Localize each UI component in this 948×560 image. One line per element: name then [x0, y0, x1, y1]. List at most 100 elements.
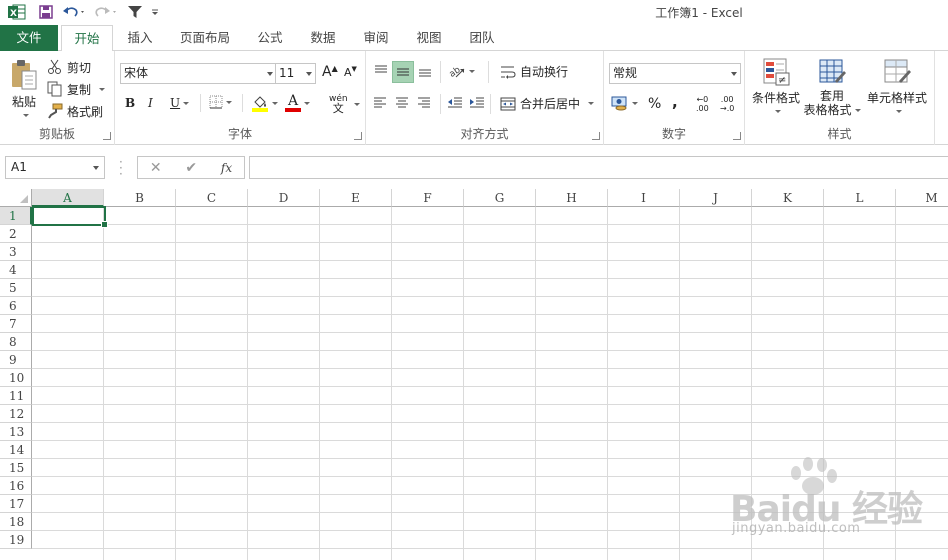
row-header-12[interactable]: 12 — [0, 405, 32, 423]
alignment-launcher-icon[interactable] — [592, 132, 600, 140]
font-launcher-icon[interactable] — [354, 132, 362, 140]
grow-font-button[interactable]: A ▲ — [322, 64, 338, 81]
format-painter-button[interactable]: 格式刷 — [47, 101, 103, 121]
row-header-2[interactable]: 2 — [0, 225, 32, 243]
accounting-format-button[interactable] — [611, 95, 638, 111]
row-header-9[interactable]: 9 — [0, 351, 32, 369]
font-separator-2 — [242, 94, 243, 112]
align-center-button[interactable] — [395, 96, 409, 108]
row-header-4[interactable]: 4 — [0, 261, 32, 279]
merge-center-icon — [500, 97, 516, 110]
tab-home[interactable]: 开始 — [61, 25, 113, 52]
name-box[interactable]: A1 — [5, 156, 105, 179]
align-middle-button[interactable] — [392, 61, 414, 83]
fill-color-dropdown-icon — [272, 101, 278, 105]
merge-center-button[interactable]: 合并后居中 — [500, 95, 595, 112]
align-right-button[interactable] — [417, 96, 431, 108]
decrease-indent-button[interactable] — [447, 96, 463, 108]
row-header-18[interactable]: 18 — [0, 513, 32, 531]
conditional-formatting-button[interactable]: ≠ 条件格式 — [748, 57, 804, 125]
decrease-decimal-top: .00 — [720, 95, 734, 104]
italic-button[interactable]: I — [148, 96, 153, 110]
insert-function-icon[interactable]: fx — [221, 161, 232, 175]
row-header-7[interactable]: 7 — [0, 315, 32, 333]
row-header-15[interactable]: 15 — [0, 459, 32, 477]
format-as-table-button[interactable]: 套用 表格格式 — [802, 57, 862, 125]
row-header-8[interactable]: 8 — [0, 333, 32, 351]
cut-button[interactable]: 剪切 — [47, 57, 91, 77]
tab-review[interactable]: 审阅 — [354, 25, 398, 51]
tab-page-layout[interactable]: 页面布局 — [170, 25, 240, 51]
column-header-a[interactable]: A — [32, 189, 104, 207]
row-header-3[interactable]: 3 — [0, 243, 32, 261]
align-left-button[interactable] — [373, 96, 387, 108]
align-top-button[interactable] — [371, 61, 391, 81]
column-header-h[interactable]: H — [536, 189, 608, 207]
column-header-f[interactable]: F — [392, 189, 464, 207]
scissors-icon — [48, 59, 61, 74]
row-header-17[interactable]: 17 — [0, 495, 32, 513]
percent-style-button[interactable]: % — [648, 96, 661, 112]
tab-data[interactable]: 数据 — [301, 25, 345, 51]
active-cell-a1[interactable] — [32, 206, 108, 228]
row-header-10[interactable]: 10 — [0, 369, 32, 387]
row-header-1[interactable]: 1 — [0, 207, 32, 225]
column-header-c[interactable]: C — [176, 189, 248, 207]
increase-decimal-button[interactable]: ←0 .00 — [696, 95, 709, 113]
column-header-k[interactable]: K — [752, 189, 824, 207]
paste-button[interactable]: 粘贴 — [6, 59, 42, 121]
phonetic-button[interactable]: wén 文 — [329, 94, 348, 114]
row-header-14[interactable]: 14 — [0, 441, 32, 459]
formula-bar-grip-icon[interactable]: · · · — [119, 156, 123, 180]
increase-indent-button[interactable] — [469, 96, 485, 108]
number-launcher-icon[interactable] — [733, 132, 741, 140]
ribbon-tabs: 文件 开始 插入 页面布局 公式 数据 审阅 视图 团队 — [0, 25, 948, 52]
column-header-g[interactable]: G — [464, 189, 536, 207]
formula-input[interactable] — [249, 156, 948, 179]
cancel-entry-icon[interactable]: ✕ — [150, 160, 162, 176]
select-all-button[interactable] — [0, 189, 32, 207]
decrease-decimal-button[interactable]: .00 →.0 — [720, 95, 734, 113]
tab-view[interactable]: 视图 — [407, 25, 451, 51]
tab-file[interactable]: 文件 — [0, 25, 58, 51]
tab-formulas[interactable]: 公式 — [248, 25, 292, 51]
tab-insert[interactable]: 插入 — [117, 25, 163, 51]
number-format-combo[interactable]: 常规 — [609, 63, 741, 84]
alignment-separator-4 — [490, 94, 491, 114]
borders-button[interactable] — [209, 95, 232, 109]
orientation-icon: ab — [448, 65, 465, 79]
column-header-l[interactable]: L — [824, 189, 896, 207]
fill-color-button[interactable] — [251, 94, 278, 112]
font-name-combo[interactable]: 宋体 — [120, 63, 277, 84]
confirm-entry-icon[interactable]: ✔ — [185, 160, 197, 176]
row-header-5[interactable]: 5 — [0, 279, 32, 297]
row-header-16[interactable]: 16 — [0, 477, 32, 495]
comma-style-button[interactable]: , — [672, 93, 678, 111]
underline-button[interactable]: U — [170, 96, 190, 110]
column-header-d[interactable]: D — [248, 189, 320, 207]
clipboard-launcher-icon[interactable] — [103, 132, 111, 140]
font-size-combo[interactable]: 11 — [275, 63, 316, 84]
row-header-6[interactable]: 6 — [0, 297, 32, 315]
shrink-font-button[interactable]: A ▼ — [344, 65, 357, 80]
column-header-j[interactable]: J — [680, 189, 752, 207]
column-header-m[interactable]: M — [896, 189, 948, 207]
accounting-dropdown-icon — [632, 101, 638, 105]
column-header-e[interactable]: E — [320, 189, 392, 207]
orientation-button[interactable]: ab — [448, 63, 475, 79]
row-header-19[interactable]: 19 — [0, 531, 32, 549]
column-header-b[interactable]: B — [104, 189, 176, 207]
clipboard-group: 粘贴 剪切 复制 格式刷 剪贴板 — [0, 51, 115, 145]
wrap-text-button[interactable]: 自动换行 — [500, 63, 568, 80]
row-header-13[interactable]: 13 — [0, 423, 32, 441]
cell-styles-button[interactable]: 单元格样式 — [864, 57, 930, 125]
watermark-url: jingyan.baidu.com — [732, 521, 861, 536]
align-bottom-button[interactable] — [415, 61, 435, 81]
bold-button[interactable]: B — [125, 96, 135, 110]
column-header-i[interactable]: I — [608, 189, 680, 207]
row-header-11[interactable]: 11 — [0, 387, 32, 405]
increase-indent-icon — [470, 97, 484, 108]
copy-button[interactable]: 复制 — [47, 79, 106, 99]
font-color-button[interactable]: A — [285, 94, 310, 112]
tab-team[interactable]: 团队 — [460, 25, 504, 51]
